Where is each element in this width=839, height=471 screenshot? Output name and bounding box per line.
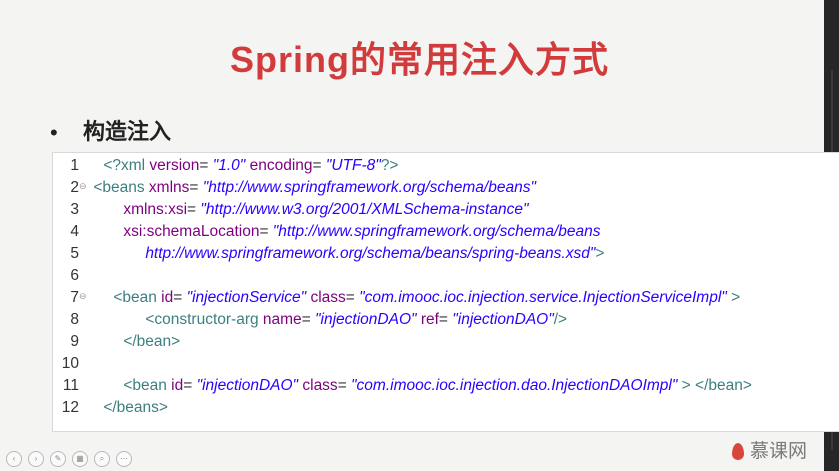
pen-icon[interactable]: ✎	[50, 451, 66, 467]
slides-icon[interactable]: ▦	[72, 451, 88, 467]
code-line-10: 10	[53, 353, 839, 375]
code-listing: 1 <?xml version= "1.0" encoding= "UTF-8"…	[52, 152, 839, 432]
line-number: 12	[61, 399, 79, 416]
next-icon[interactable]: ›	[28, 451, 44, 467]
line-number: 4	[70, 223, 79, 240]
fold-toggle-icon[interactable]: ⊖	[79, 287, 89, 305]
line-number: 2	[70, 179, 79, 196]
code-line-4: 4 xsi:schemaLocation= "http://www.spring…	[53, 221, 839, 243]
line-number: 3	[70, 201, 79, 218]
code-line-7: 7⊖ <bean id= "injectionService" class= "…	[53, 287, 839, 309]
code-line-5: 5 http://www.springframework.org/schema/…	[53, 243, 839, 265]
zoom-icon[interactable]: ⌕	[94, 451, 110, 467]
line-number: 6	[70, 267, 79, 284]
more-icon[interactable]: ⋯	[116, 451, 132, 467]
logo-text: 慕课网	[750, 441, 808, 462]
code-line-11: 11 <bean id= "injectionDAO" class= "com.…	[53, 375, 839, 397]
line-number: 10	[61, 355, 79, 372]
line-number: 11	[62, 377, 79, 394]
line-number: 7	[70, 289, 79, 306]
prev-icon[interactable]: ‹	[6, 451, 22, 467]
code-line-8: 8 <constructor-arg name= "injectionDAO" …	[53, 309, 839, 331]
code-line-3: 3 xmlns:xsi= "http://www.w3.org/2001/XML…	[53, 199, 839, 221]
line-number: 8	[70, 311, 79, 328]
code-line-2: 2⊖ <beans xmlns= "http://www.springframe…	[53, 177, 839, 199]
code-line-1: 1 <?xml version= "1.0" encoding= "UTF-8"…	[53, 155, 839, 177]
line-number: 9	[70, 333, 79, 350]
code-line-6: 6	[53, 265, 839, 287]
line-number: 1	[70, 157, 79, 174]
code-line-12: 12 </beans>	[53, 397, 839, 419]
flame-icon	[732, 443, 744, 460]
code-line-9: 9 </bean>	[53, 331, 839, 353]
fold-toggle-icon[interactable]: ⊖	[79, 177, 89, 195]
bullet-marker: •	[50, 120, 58, 145]
line-number: 5	[70, 245, 79, 262]
bullet-text: 构造注入	[83, 119, 172, 144]
slide-title: Spring的常用注入方式	[230, 39, 609, 80]
